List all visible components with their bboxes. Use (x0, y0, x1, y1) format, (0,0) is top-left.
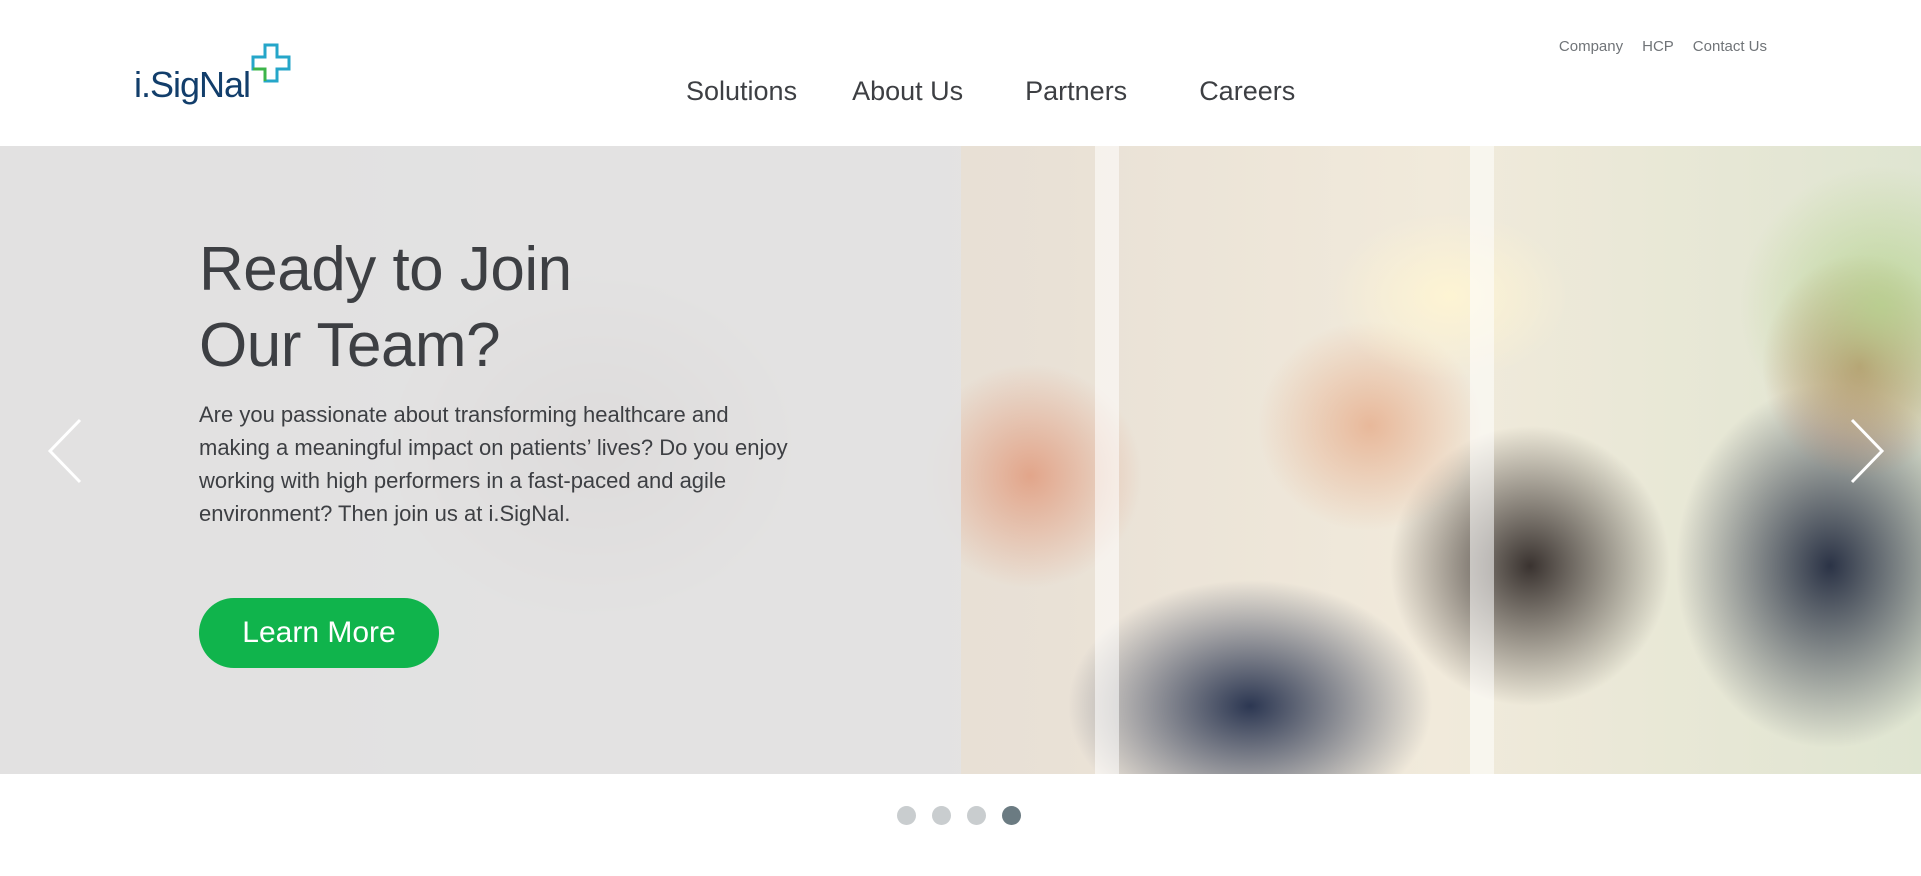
link-company[interactable]: Company (1559, 38, 1623, 55)
medical-cross-icon (251, 43, 291, 83)
hero-title: Ready to Join Our Team? (199, 235, 572, 380)
isignal-logo[interactable]: i.SigNal (134, 42, 294, 112)
learn-more-button[interactable]: Learn More (199, 598, 439, 668)
chevron-left-icon[interactable] (46, 416, 86, 486)
nav-careers[interactable]: Careers (1199, 76, 1295, 107)
chevron-right-icon[interactable] (1846, 416, 1886, 486)
nav-partners[interactable]: Partners (1025, 76, 1127, 107)
site-header: i.SigNal Company HCP Contact Us Solution… (0, 0, 1921, 146)
link-contact-us[interactable]: Contact Us (1693, 38, 1767, 55)
nav-solutions[interactable]: Solutions (686, 76, 797, 107)
utility-nav: Company HCP Contact Us (1559, 38, 1767, 55)
logo-wordmark: i.SigNal (134, 64, 251, 105)
link-hcp[interactable]: HCP (1642, 38, 1674, 55)
carousel-pagination (897, 806, 1021, 825)
main-nav: Solutions About Us Partners Careers (686, 76, 1295, 107)
carousel-dot-3[interactable] (967, 806, 986, 825)
nav-about-us[interactable]: About Us (852, 76, 963, 107)
window-frame (1095, 146, 1119, 774)
window-frame (1470, 146, 1494, 774)
hero-carousel: Ready to Join Our Team? Are you passiona… (0, 146, 1921, 774)
hero-description: Are you passionate about transforming he… (199, 402, 788, 526)
carousel-dot-1[interactable] (897, 806, 916, 825)
carousel-dot-2[interactable] (932, 806, 951, 825)
carousel-dot-4[interactable] (1002, 806, 1021, 825)
